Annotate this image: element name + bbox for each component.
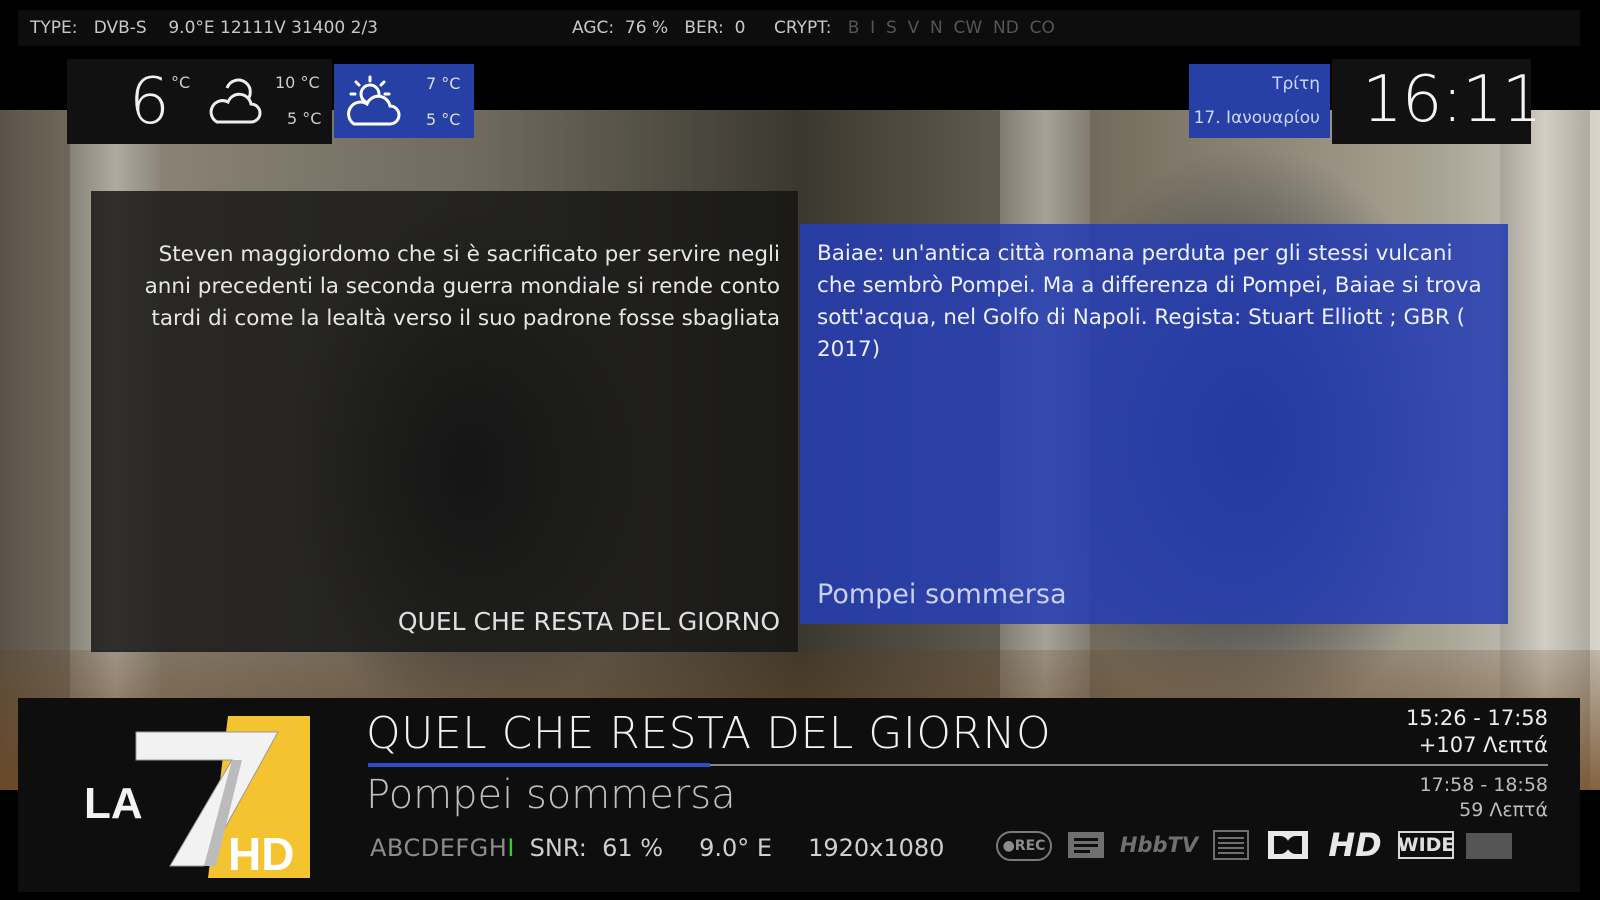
channel-logo: LA HD <box>84 716 310 878</box>
subtitle-icon <box>1466 833 1512 859</box>
partly-cloudy-icon <box>209 78 262 124</box>
rec-icon: ● REC <box>996 831 1052 861</box>
sun-cloud-icon <box>347 75 401 126</box>
forecast-high-temp: 7 °C <box>426 74 461 93</box>
now-playing-title: QUEL CHE RESTA DEL GIORNO <box>366 708 1052 759</box>
weekday: Τρίτη <box>1272 74 1320 94</box>
orbital-position: 9.0° E <box>699 834 773 862</box>
event-progress-bar <box>368 763 1548 767</box>
event-progress-fill <box>368 763 711 767</box>
video-resolution: 1920x1080 <box>808 834 945 862</box>
date-display: Τρίτη 17. Ιανουαρίου <box>1189 64 1330 138</box>
signal-info-bar: TYPE: DVB-S 9.0°E 12111V 31400 2/3 AGC: … <box>18 10 1580 46</box>
clock-display: 16:11 <box>1332 59 1542 144</box>
current-event-panel: Steven maggiordomo che si è sacrificato … <box>91 191 798 652</box>
current-event-description: Steven maggiordomo che si è sacrificato … <box>144 242 780 331</box>
snr-value: 61 % <box>602 834 664 862</box>
dolby-icon <box>1268 831 1308 859</box>
channel-infobar: LA HD QUEL CHE RESTA DEL GIORNO 15:26 - … <box>18 698 1580 892</box>
now-remaining: +107 Λεπτά <box>1418 733 1548 757</box>
date: 17. Ιανουαρίου <box>1193 108 1320 128</box>
hd-icon: HD <box>1328 826 1382 864</box>
teletext-icon <box>1213 830 1249 860</box>
hbbtv-icon: HbbTV <box>1119 833 1199 857</box>
next-title: Pompei sommersa <box>366 772 736 818</box>
ca-systems: ABCDEFGH <box>370 834 508 862</box>
current-event-title: QUEL CHE RESTA DEL GIORNO <box>397 607 780 636</box>
svg-text:HD: HD <box>228 828 294 878</box>
next-event-title: Pompei sommersa <box>817 579 1067 610</box>
snr-label: SNR: <box>529 834 587 862</box>
next-event-panel: Baiae: un'antica città romana perduta pe… <box>800 224 1508 624</box>
agc-ber: AGC: 76 % BER: 0 <box>572 18 746 38</box>
today-high-temp: 10 °C <box>275 73 320 92</box>
crypt-systems: CRYPT: B I S V N CW ND CO <box>774 18 1055 38</box>
now-time-range: 15:26 - 17:58 <box>1406 706 1548 730</box>
next-duration: 59 Λεπτά <box>1459 799 1548 821</box>
ca-active-system: I <box>507 834 515 862</box>
tech-info-row: ABCDEFGHI SNR: 61 % 9.0° E 1920x1080 <box>370 834 944 862</box>
weather-widget: 6 °C 10 °C 5 °C <box>67 59 332 144</box>
temperature-unit: °C <box>171 73 191 92</box>
tuner-type: TYPE: DVB-S 9.0°E 12111V 31400 2/3 <box>30 18 378 38</box>
current-temperature: 6 <box>129 65 170 139</box>
forecast-low-temp: 5 °C <box>426 110 461 129</box>
next-event-description: Baiae: un'antica città romana perduta pe… <box>817 241 1482 362</box>
forecast-tile: 7 °C 5 °C <box>334 64 474 138</box>
next-time-range: 17:58 - 18:58 <box>1419 774 1548 796</box>
clock-time: 16:11 <box>1362 63 1542 137</box>
svg-text:LA: LA <box>84 779 143 828</box>
widescreen-icon: WIDE <box>1398 831 1454 859</box>
today-low-temp: 5 °C <box>287 109 322 128</box>
epg-icon <box>1068 832 1104 858</box>
